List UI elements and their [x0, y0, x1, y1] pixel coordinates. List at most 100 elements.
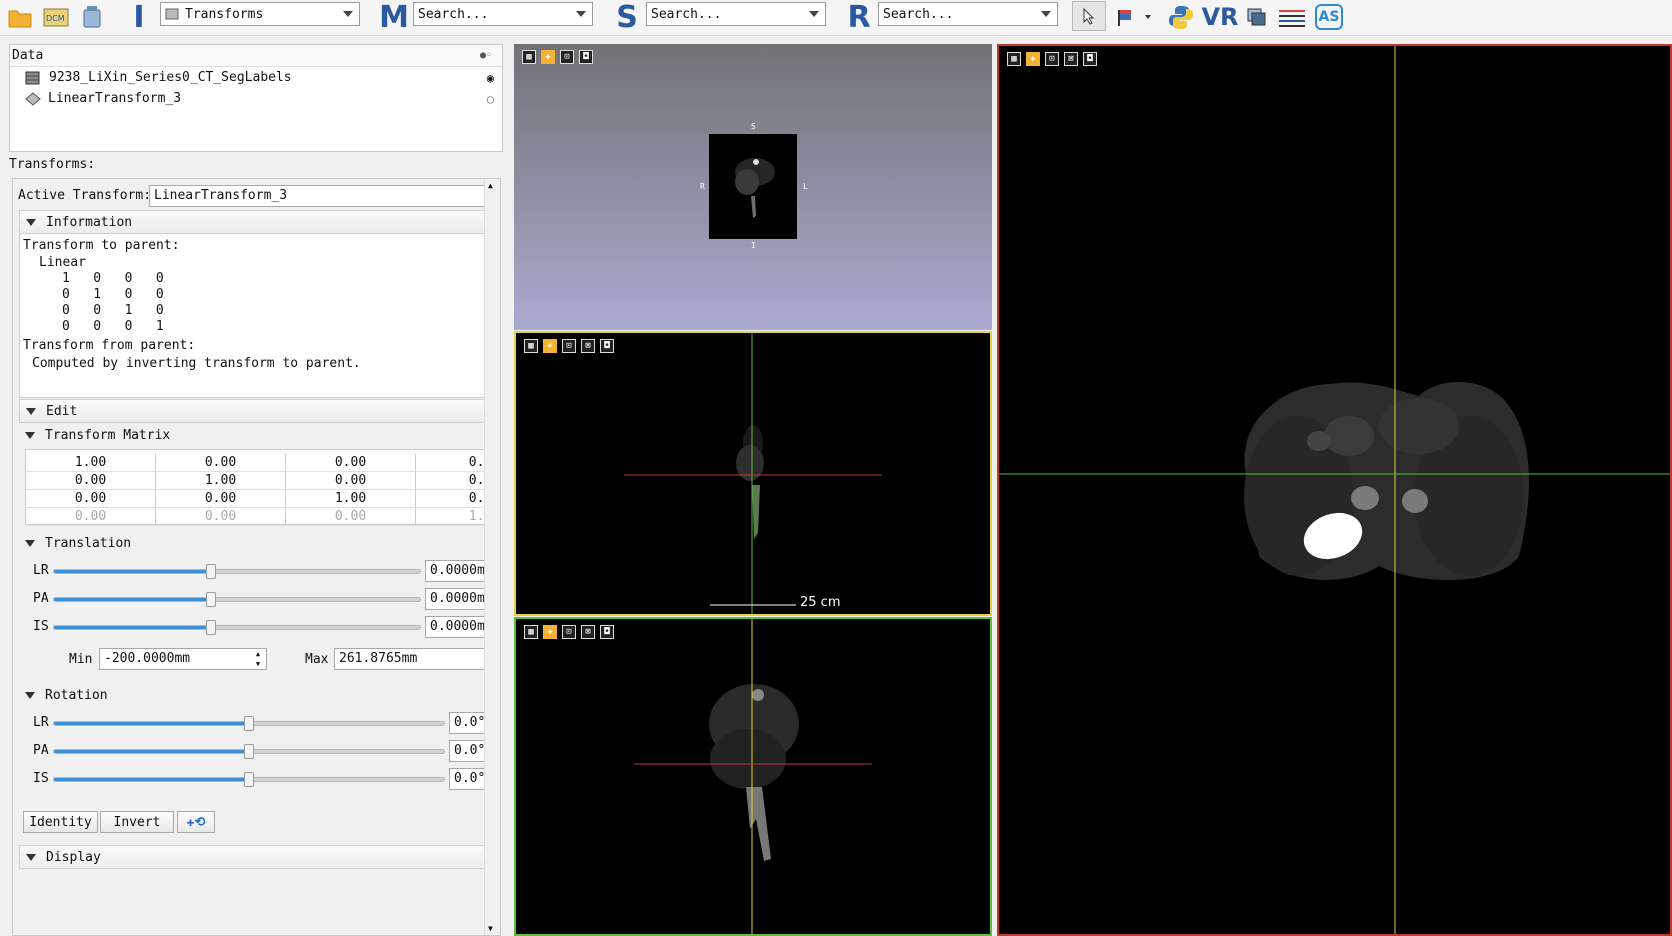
- save-data-icon[interactable]: [78, 3, 106, 31]
- matrix-cell[interactable]: 1.00: [286, 490, 416, 508]
- layers-icon[interactable]: [1244, 3, 1270, 31]
- matrix-cell[interactable]: 0.00: [156, 454, 286, 472]
- module-i-icon[interactable]: I: [128, 0, 150, 35]
- matrix-cell[interactable]: 0.00: [156, 508, 286, 526]
- orientation-marker-right: L: [803, 182, 808, 191]
- list-lines-icon[interactable]: [1276, 3, 1308, 31]
- data-tree[interactable]: Data ●◦ 9238_LiXin_Series0_CT_SegLabels …: [9, 44, 503, 152]
- module-s-icon[interactable]: S: [614, 0, 640, 35]
- identity-button[interactable]: Identity: [23, 811, 98, 833]
- python-icon[interactable]: [1166, 3, 1196, 31]
- module-r-icon[interactable]: R: [846, 0, 872, 35]
- tree-item-transform[interactable]: LinearTransform_3 ○: [10, 88, 502, 109]
- eye-icon[interactable]: ◉: [487, 71, 494, 85]
- translation-value-input[interactable]: 0.0000mm: [425, 560, 485, 582]
- axial-view[interactable]: ▦ ✚ ⊡ ⊠ ◘: [997, 44, 1672, 936]
- rotation-slider[interactable]: [53, 772, 445, 787]
- pointer-mode-icon[interactable]: [1072, 1, 1106, 31]
- edit-section-header[interactable]: Edit: [19, 399, 485, 423]
- active-transform-selector[interactable]: LinearTransform_3: [149, 185, 485, 207]
- add-transform-icon[interactable]: ✚⟲: [177, 811, 215, 833]
- chevron-down-icon: [1041, 11, 1051, 17]
- vr-icon[interactable]: VR: [1201, 3, 1238, 31]
- orientation-marker-bottom: I: [751, 241, 756, 250]
- axis-label: LR: [33, 715, 49, 730]
- scroll-up-icon[interactable]: ▲: [488, 181, 493, 190]
- min-input[interactable]: -200.0000mm: [99, 648, 267, 670]
- search-m-combo[interactable]: Search...: [413, 2, 593, 26]
- slider-fill: [54, 778, 249, 781]
- folder-icon[interactable]: [6, 3, 34, 31]
- tree-item-segmentation[interactable]: 9238_LiXin_Series0_CT_SegLabels ◉: [10, 67, 502, 88]
- volume-icon: [25, 71, 40, 84]
- eye-closed-icon[interactable]: ○: [487, 92, 494, 106]
- matrix-cell[interactable]: 0.00: [286, 454, 416, 472]
- transform-scroll-area[interactable]: Active Transform: LinearTransform_3 Info…: [12, 178, 501, 936]
- rotation-slider[interactable]: [53, 744, 445, 759]
- display-section-header[interactable]: Display: [19, 845, 485, 869]
- axis-label: PA: [33, 591, 49, 606]
- scroll-down-icon[interactable]: ▼: [488, 924, 493, 933]
- slider-handle[interactable]: [244, 716, 254, 731]
- layout-grid-icon[interactable]: ▦: [522, 50, 536, 64]
- coronal-slice: [634, 619, 872, 934]
- 3d-view[interactable]: ▦ ✚ ⊡ ◘ S R L I: [514, 44, 992, 330]
- collapse-arrow-icon: [25, 431, 35, 439]
- slider-handle[interactable]: [206, 564, 217, 579]
- matrix-cell[interactable]: 0.00: [286, 508, 416, 526]
- information-section-header[interactable]: Information: [19, 210, 485, 234]
- rotation-slider[interactable]: [53, 716, 445, 731]
- vertical-scrollbar[interactable]: ▲ ▼: [484, 179, 500, 935]
- as-icon[interactable]: AS: [1314, 3, 1344, 31]
- matrix-cell[interactable]: 0.00: [156, 490, 286, 508]
- rotation-header[interactable]: Rotation: [19, 683, 485, 707]
- information-header-label: Information: [46, 214, 133, 230]
- translation-value-input[interactable]: 0.0000mm: [425, 588, 485, 610]
- translation-slider[interactable]: [53, 592, 421, 607]
- rotation-value-input[interactable]: 0.0°: [449, 740, 485, 762]
- slider-handle[interactable]: [206, 592, 217, 607]
- chevron-down-icon: [576, 11, 586, 17]
- matrix-cell[interactable]: 1.00: [26, 454, 156, 472]
- matrix-cell[interactable]: 0.00: [26, 472, 156, 490]
- slider-fill: [54, 570, 212, 573]
- center-view-icon[interactable]: ⊡: [560, 50, 574, 64]
- translation-slider-row-lr: LR 0.0000mm: [29, 560, 485, 582]
- collapse-arrow-icon: [25, 691, 35, 699]
- matrix-cell[interactable]: 1.00: [156, 472, 286, 490]
- search-r-combo[interactable]: Search...: [878, 2, 1058, 26]
- translation-value-input[interactable]: 0.0000mm: [425, 616, 485, 638]
- axis-label: PA: [33, 743, 49, 758]
- dcm-icon[interactable]: DCM: [42, 3, 70, 31]
- rotation-value-input[interactable]: 0.0°: [449, 768, 485, 790]
- pin-icon[interactable]: ✚: [541, 50, 555, 64]
- search-s-combo[interactable]: Search...: [646, 2, 826, 26]
- slider-handle[interactable]: [206, 620, 217, 635]
- sagittal-view[interactable]: ▦ ✚ ⊡ ⊠ ◘ 25 cm: [514, 331, 992, 616]
- rotation-label: Rotation: [45, 687, 108, 703]
- module-m-icon[interactable]: M: [378, 0, 410, 35]
- matrix-cell[interactable]: 0.00: [286, 472, 416, 490]
- fiducial-place-icon[interactable]: [1114, 3, 1154, 31]
- 3d-volume-render: [709, 134, 797, 239]
- to-parent-label: Transform to parent:: [23, 238, 180, 253]
- matrix-cell[interactable]: 0.00: [26, 508, 156, 526]
- module-selector[interactable]: Transforms: [160, 2, 360, 26]
- scale-bar-label: 25 cm: [800, 595, 841, 610]
- chevron-down-icon: [809, 11, 819, 17]
- invert-button[interactable]: Invert: [100, 811, 174, 833]
- translation-slider[interactable]: [53, 564, 421, 579]
- slider-handle[interactable]: [244, 772, 254, 787]
- rotation-value-input[interactable]: 0.0°: [449, 712, 485, 734]
- slider-handle[interactable]: [244, 744, 254, 759]
- spin-arrows-icon[interactable]: ▲ ▼: [251, 649, 265, 669]
- matrix-cell[interactable]: 0.00: [26, 490, 156, 508]
- translation-header[interactable]: Translation: [19, 531, 485, 555]
- coronal-view[interactable]: ▦ ✚ ⊡ ⊠ ◘: [514, 617, 992, 936]
- translation-slider[interactable]: [53, 620, 421, 635]
- screenshot-icon[interactable]: ◘: [579, 50, 593, 64]
- information-body: Transform to parent: Linear 1 0 0 0 0 1 …: [19, 234, 485, 398]
- transform-matrix-header[interactable]: Transform Matrix: [19, 423, 485, 447]
- max-input[interactable]: 261.8765mm: [334, 648, 485, 670]
- transform-matrix-table[interactable]: 1.00 0.00 0.00 0.0 0.00 1.00 0.00 0.0 0.00 0.00 1.…: [25, 449, 500, 526]
